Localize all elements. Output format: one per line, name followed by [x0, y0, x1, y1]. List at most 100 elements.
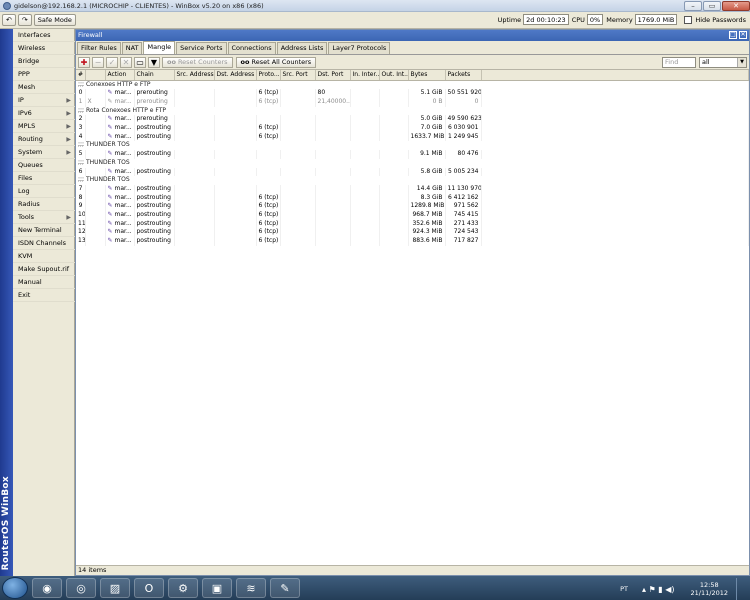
table-comment-row[interactable]: ;;; THUNDER TOS	[76, 141, 749, 151]
sidebar-item-mesh[interactable]: Mesh	[13, 81, 75, 94]
sidebar-item-system[interactable]: System ▶	[13, 146, 75, 159]
table-comment-row[interactable]: ;;; THUNDER TOS	[76, 176, 749, 185]
table-row[interactable]: 9 ✎ mar... postrouting 6 (tcp) 1289.8 MiB 971 …	[76, 202, 749, 212]
sidebar-item-isdn-channels[interactable]: ISDN Channels	[13, 237, 75, 250]
firewall-maximize-button[interactable]: □	[729, 31, 737, 39]
enable-rule-button[interactable]: ✓	[106, 56, 118, 68]
chrome-icon[interactable]: ◉	[32, 578, 62, 598]
firewall-title: Firewall	[78, 31, 103, 39]
table-row[interactable]: 8 ✎ mar... postrouting 6 (tcp) 8.3 GiB 6 412 1…	[76, 193, 749, 203]
sidebar-item-interfaces[interactable]: Interfaces	[13, 29, 75, 42]
table-row[interactable]: 2 ✎ mar... prerouting 5.0 GiB 49 590 623	[76, 115, 749, 125]
sidebar-item-manual[interactable]: Manual	[13, 276, 75, 289]
column-header[interactable]: In. Inter...	[350, 70, 380, 81]
table-row[interactable]: 13 ✎ mar... postrouting 6 (tcp) 883.6 MiB 717 …	[76, 237, 749, 246]
filter-select[interactable]: all ▼	[699, 57, 747, 68]
circle-app-icon[interactable]: ◎	[66, 578, 96, 598]
sidebar-item-queues[interactable]: Queues	[13, 159, 75, 172]
tab-filter-rules[interactable]: Filter Rules	[77, 42, 121, 54]
reset-counters-button[interactable]: oo Reset Counters	[162, 56, 233, 68]
rule-action: ✎ mar...	[105, 97, 135, 107]
table-comment-row[interactable]: ;;; Conexoes HTTP e FTP	[76, 80, 749, 90]
redo-button[interactable]: ↷	[17, 14, 32, 26]
tab-layer7-protocols[interactable]: Layer7 Protocols	[328, 42, 391, 54]
sidebar-item-wireless[interactable]: Wireless	[13, 42, 75, 55]
sidebar-item-exit[interactable]: Exit	[13, 289, 75, 302]
reset-all-counters-button[interactable]: oo Reset All Counters	[235, 56, 317, 68]
column-header[interactable]: Bytes	[408, 70, 446, 81]
rule-flag	[85, 228, 106, 238]
tab-nat[interactable]: NAT	[121, 42, 143, 54]
sidebar-item-tools[interactable]: Tools ▶	[13, 211, 75, 224]
column-header[interactable]: Src. Address	[174, 70, 215, 81]
rule-number: 1	[76, 97, 86, 107]
remote-desktop-icon[interactable]: ▣	[202, 578, 232, 598]
find-input[interactable]: Find	[662, 57, 696, 68]
safe-mode-button[interactable]: Safe Mode	[33, 14, 76, 26]
sidebar-item-ip[interactable]: IP ▶	[13, 94, 75, 107]
column-header[interactable]: Out. Int...	[379, 70, 409, 81]
table-row[interactable]: 11 ✎ mar... postrouting 6 (tcp) 352.6 MiB 271 …	[76, 219, 749, 229]
language-indicator[interactable]: PT	[620, 585, 628, 593]
sidebar-item-bridge[interactable]: Bridge	[13, 55, 75, 68]
add-rule-button[interactable]: ✚	[78, 56, 90, 68]
column-header[interactable]: #	[76, 70, 86, 81]
opera-icon[interactable]: O	[134, 578, 164, 598]
sidebar-item-kvm[interactable]: KVM	[13, 250, 75, 263]
firewall-close-button[interactable]: ✕	[739, 31, 747, 39]
winbox-icon[interactable]: ≋	[236, 578, 266, 598]
tool-icon[interactable]: ✎	[270, 578, 300, 598]
disable-rule-button[interactable]: ✕	[120, 56, 132, 68]
table-row[interactable]: 4 ✎ mar... postrouting 6 (tcp) 1633.7 MiB 1 24…	[76, 132, 749, 142]
sidebar-item-files[interactable]: Files	[13, 172, 75, 185]
table-row[interactable]: 7 ✎ mar... postrouting 14.4 GiB 11 130 970	[76, 184, 749, 194]
sidebar-item-mpls[interactable]: MPLS ▶	[13, 120, 75, 133]
filter-button[interactable]: ▼	[148, 56, 160, 68]
sidebar-item-ipv6[interactable]: IPv6 ▶	[13, 107, 75, 120]
hide-passwords-checkbox[interactable]	[684, 15, 693, 24]
show-desktop-button[interactable]	[736, 578, 744, 600]
maximize-button[interactable]: ▭	[703, 0, 721, 11]
table-comment-row[interactable]: ;;; Rota Conexoes HTTP e FTP	[76, 106, 749, 116]
sidebar-item-routing[interactable]: Routing ▶	[13, 133, 75, 146]
rule-src-port	[280, 132, 316, 142]
paint-icon[interactable]: ▨	[100, 578, 130, 598]
tab-connections[interactable]: Connections	[227, 42, 276, 54]
minimize-button[interactable]: –	[684, 0, 702, 11]
table-row[interactable]: 6 ✎ mar... postrouting 5.8 GiB 5 005 234	[76, 167, 749, 177]
tab-mangle[interactable]: Mangle	[143, 41, 176, 54]
table-row[interactable]: 10 ✎ mar... postrouting 6 (tcp) 968.7 MiB 745 …	[76, 211, 749, 220]
close-button[interactable]: ✕	[722, 0, 750, 11]
column-header[interactable]: Chain	[134, 70, 175, 81]
table-comment-row[interactable]: ;;; THUNDER TOS	[76, 158, 749, 168]
sidebar-item-radius[interactable]: Radius	[13, 198, 75, 211]
column-header[interactable]: Dst. Port	[315, 70, 351, 81]
column-header[interactable]: Packets	[445, 70, 482, 81]
table-row[interactable]: 3 ✎ mar... postrouting 6 (tcp) 7.0 GiB 6 030 9…	[76, 124, 749, 133]
sidebar-item-ppp[interactable]: PPP	[13, 68, 75, 81]
rule-dst-port: 80	[315, 89, 351, 98]
column-header[interactable]: Dst. Address	[214, 70, 257, 81]
column-header[interactable]: Proto...	[256, 70, 281, 81]
network-icon[interactable]: ⚙	[168, 578, 198, 598]
tab-address-lists[interactable]: Address Lists	[276, 42, 328, 54]
column-header[interactable]	[85, 70, 106, 81]
tab-service-ports[interactable]: Service Ports	[176, 42, 227, 54]
sidebar-item-new-terminal[interactable]: New Terminal	[13, 224, 75, 237]
start-button[interactable]	[2, 577, 28, 599]
table-cell-filler	[481, 211, 749, 220]
tray-icons[interactable]: ▴ ⚑ ▮ ◀)	[642, 585, 675, 594]
sidebar-item-make-supout-rif[interactable]: Make Supout.rif	[13, 263, 75, 276]
table-row[interactable]: 0 ✎ mar... prerouting 6 (tcp) 80 5.1 GiB 50 551…	[76, 89, 749, 98]
comment-button[interactable]: ▭	[134, 56, 146, 68]
sidebar-item-log[interactable]: Log	[13, 185, 75, 198]
column-header[interactable]: Action	[105, 70, 135, 81]
undo-button[interactable]: ↶	[2, 14, 16, 26]
windows-taskbar: ◉ ◎ ▨ O ⚙ ▣ ≋ ✎ PT ▴ ⚑ ▮ ◀) 12:58 21/11/2012	[0, 576, 750, 600]
column-header[interactable]: Src. Port	[280, 70, 316, 81]
table-row[interactable]: 1 X ✎ mar... prerouting 6 (tcp) 21,40000... 0 B…	[76, 97, 749, 107]
clock[interactable]: 12:58 21/11/2012	[691, 581, 728, 597]
remove-rule-button[interactable]: −	[92, 56, 104, 68]
table-row[interactable]: 5 ✎ mar... postrouting 9.1 MiB 80 476	[76, 150, 749, 159]
table-row[interactable]: 12 ✎ mar... postrouting 6 (tcp) 924.3 MiB 724 …	[76, 228, 749, 238]
